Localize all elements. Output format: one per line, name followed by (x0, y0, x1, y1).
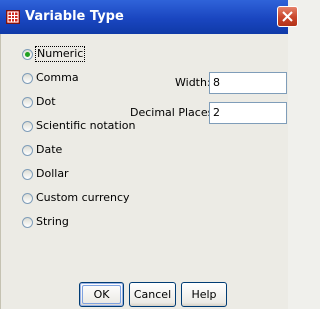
radio-numeric[interactable]: Numeric (22, 46, 86, 62)
radio-label: Date (36, 143, 63, 156)
cancel-button[interactable]: Cancel (129, 282, 176, 307)
ok-button-label: OK (93, 288, 110, 301)
decimal-places-label: Decimal Places: (130, 106, 218, 119)
radio-dot[interactable]: Dot (22, 94, 56, 110)
width-label: Width: (175, 76, 211, 89)
radio-label: Numeric (34, 46, 86, 62)
radio-label: Scientific notation (36, 119, 136, 132)
radio-button[interactable] (22, 216, 33, 228)
radio-label: Comma (36, 71, 79, 84)
ok-button[interactable]: OK (79, 282, 124, 307)
radio-button[interactable] (22, 120, 33, 132)
radio-date[interactable]: Date (22, 142, 62, 158)
radio-scientific-notation[interactable]: Scientific notation (22, 118, 136, 134)
cancel-button-label: Cancel (133, 288, 172, 301)
title-bar[interactable]: Variable Type (0, 0, 298, 34)
spss-grid-icon (6, 10, 20, 24)
radio-button[interactable] (22, 144, 33, 156)
width-input[interactable]: 8 (209, 72, 287, 94)
help-button[interactable]: Help (181, 282, 227, 307)
close-button[interactable] (277, 6, 298, 27)
radio-button[interactable] (22, 72, 33, 84)
radio-button[interactable] (22, 48, 33, 60)
window-title: Variable Type (25, 9, 124, 24)
help-button-label: Help (191, 288, 217, 301)
radio-label: Dot (36, 95, 56, 108)
radio-label: Custom currency (36, 191, 130, 204)
radio-comma[interactable]: Comma (22, 70, 79, 86)
radio-button[interactable] (22, 168, 33, 180)
radio-custom-currency[interactable]: Custom currency (22, 190, 130, 206)
radio-string[interactable]: String (22, 214, 69, 230)
radio-label: String (36, 215, 69, 228)
decimal-places-input[interactable]: 2 (209, 102, 287, 124)
radio-label: Dollar (36, 167, 69, 180)
radio-button[interactable] (22, 96, 33, 108)
radio-button[interactable] (22, 192, 33, 204)
close-icon (282, 11, 293, 22)
radio-dollar[interactable]: Dollar (22, 166, 69, 182)
